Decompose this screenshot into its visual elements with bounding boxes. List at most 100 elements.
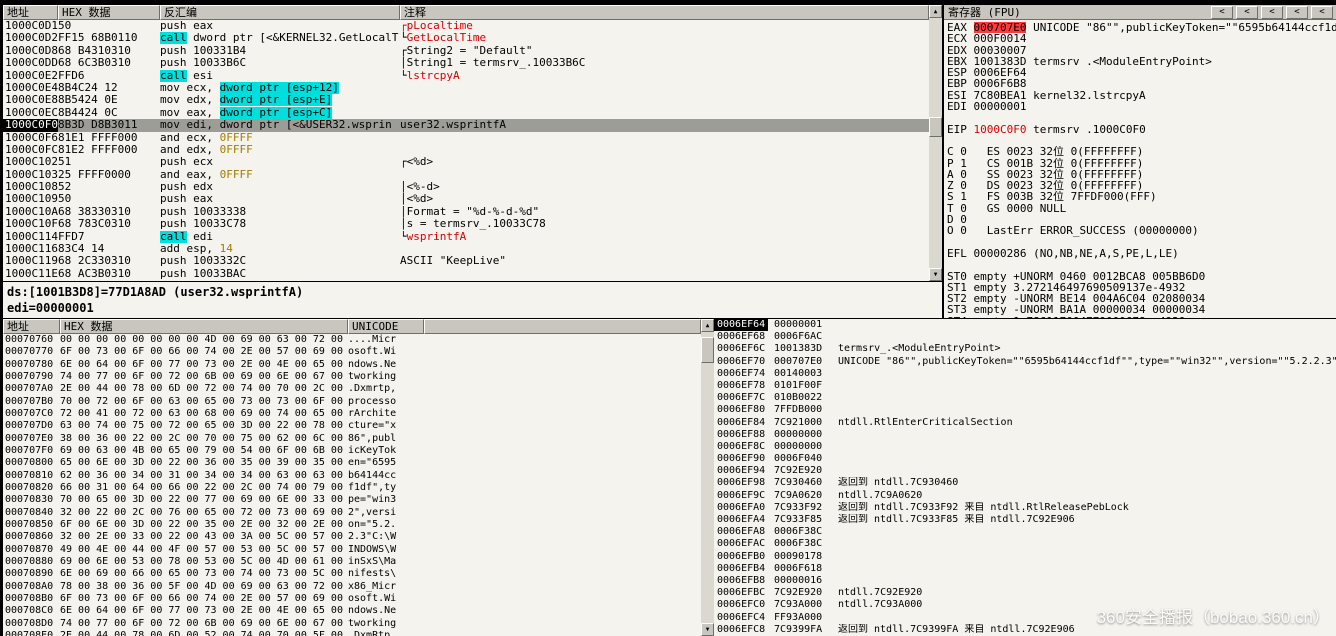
stack-row[interactable]: 0006EFB40006F618 [714, 563, 1336, 575]
scrollbar-thumb[interactable] [701, 337, 714, 363]
disasm-row[interactable]: 1000C0E48B4C24 12mov ecx, dword ptr [esp… [3, 82, 929, 94]
disasm-row[interactable]: 1000C0F08B3D D8B3011mov edi, dword ptr [… [3, 119, 929, 131]
disasm-row[interactable]: 1000C10852push edx│<%-d> [3, 181, 929, 193]
stack-row[interactable]: 0006EF6C1001383Dtermsrv_.<ModuleEntryPoi… [714, 343, 1336, 355]
disasm-row[interactable]: 1000C0D2FF15 68B0110call dword ptr [<&KE… [3, 32, 929, 44]
dump-row[interactable]: 0007079074 00 77 00 6F 00 72 00 6B 00 69… [3, 371, 701, 383]
stack-row[interactable]: 0006EF8C00000000 [714, 441, 1336, 453]
stack-row[interactable]: 0006EFBC7C92E920ntdll.7C92E920 [714, 587, 1336, 599]
register-line[interactable]: EAX 000707E0 UNICODE "86"",publicKeyToke… [944, 22, 1336, 33]
stack-row[interactable]: 0006EFB000090178 [714, 551, 1336, 563]
disasm-row[interactable]: 1000C0FC81E2 FFFF000and edx, 0FFFF [3, 144, 929, 156]
scroll-up-icon[interactable]: ▲ [701, 319, 714, 332]
register-line[interactable]: ST0 empty +UNORM 0460 0012BCA8 005BB6D0 [944, 271, 1336, 282]
register-line[interactable]: EDX 00030007 [944, 45, 1336, 56]
register-line[interactable]: ST2 empty -UNORM BE14 004A6C04 02080034 [944, 293, 1336, 304]
dump-row[interactable]: 000708B06F 00 73 00 6F 00 66 00 74 00 2E… [3, 593, 701, 605]
stack-row[interactable]: 0006EF900006F040 [714, 453, 1336, 465]
register-line[interactable] [944, 237, 1336, 248]
scroll-down-icon[interactable]: ▼ [929, 268, 942, 281]
register-line[interactable]: ST1 empty 3.272146497690509137e-4932 [944, 282, 1336, 293]
register-line[interactable]: A 0 SS 0023 32位 0(FFFFFFFF) [944, 169, 1336, 180]
register-line[interactable]: P 1 CS 001B 32位 0(FFFFFFFF) [944, 158, 1336, 169]
register-line[interactable]: ST4 empty 1.786117004779000678e-4920 [944, 316, 1336, 318]
dump-row[interactable]: 0007086032 00 2E 00 33 00 22 00 43 00 3A… [3, 531, 701, 543]
register-line[interactable]: S 1 FS 003B 32位 7FFDF000(FFF) [944, 191, 1336, 202]
dump-row[interactable]: 000707A02E 00 44 00 78 00 6D 00 72 00 74… [3, 383, 701, 395]
dump-row[interactable]: 000707E038 00 36 00 22 00 2C 00 70 00 75… [3, 433, 701, 445]
disasm-row[interactable]: 1000C10325 FFFF0000and eax, 0FFFF [3, 169, 929, 181]
register-line[interactable] [944, 135, 1336, 146]
dump-row[interactable]: 000708D074 00 77 00 6F 00 72 00 6B 00 69… [3, 618, 701, 630]
register-line[interactable]: EIP 1000C0F0 termsrv_.1000C0F0 [944, 124, 1336, 135]
pane-nav-left-icon[interactable]: < [1236, 6, 1258, 19]
dump-row[interactable]: 000707706F 00 73 00 6F 00 66 00 74 00 2E… [3, 346, 701, 358]
stack-row[interactable]: 0006EFA80006F38C [714, 526, 1336, 538]
disasm-row[interactable]: 1000C0E2FFD6call esi└lstrcpyA [3, 70, 929, 82]
disassembly-scrollbar[interactable]: ▲ ▼ [929, 5, 942, 281]
dump-row[interactable]: 000707806E 00 64 00 6F 00 77 00 73 00 2E… [3, 359, 701, 371]
stack-row[interactable]: 0006EF7400140003 [714, 368, 1336, 380]
disasm-row[interactable]: 1000C10A68 38330310push 10033338│Format … [3, 206, 929, 218]
disasm-row[interactable]: 1000C0E88B5424 0Emov edx, dword ptr [esp… [3, 94, 929, 106]
dump-row[interactable]: 0007088069 00 6E 00 53 00 78 00 53 00 5C… [3, 556, 701, 568]
dump-row[interactable]: 0007080065 00 6E 00 3D 00 22 00 36 00 35… [3, 457, 701, 469]
scrollbar-thumb[interactable] [929, 117, 942, 137]
dump-row[interactable]: 0007082066 00 31 00 64 00 66 00 22 00 2C… [3, 482, 701, 494]
stack-row[interactable]: 0006EF6400000001 [714, 319, 1336, 331]
register-line[interactable]: EDI 00000001 [944, 101, 1336, 112]
stack-row[interactable]: 0006EFAC0006F38C [714, 538, 1336, 550]
register-line[interactable]: EBP 0006F6B8 [944, 78, 1336, 89]
disasm-row[interactable]: 1000C10F68 783C0310push 10033C78│s = ter… [3, 218, 929, 230]
stack-row[interactable]: 0006EFA07C933F92返回到 ntdll.7C933F92 来自 nt… [714, 502, 1336, 514]
register-line[interactable]: ESP 0006EF64 [944, 67, 1336, 78]
register-line[interactable]: EFL 00000286 (NO,NB,NE,A,S,PE,L,LE) [944, 248, 1336, 259]
register-line[interactable]: C 0 ES 0023 32位 0(FFFFFFFF) [944, 146, 1336, 157]
pane-nav-left-icon[interactable]: < [1211, 6, 1233, 19]
disasm-row[interactable]: 1000C11683C4 14add esp, 14 [3, 243, 929, 255]
dump-scrollbar[interactable]: ▲ ▼ [701, 319, 714, 636]
register-line[interactable]: ESI 7C80BEA1 kernel32.lstrcpyA [944, 90, 1336, 101]
disasm-row[interactable]: 1000C0DD68 6C3B0310push 10033B6C│String1… [3, 57, 929, 69]
disasm-row[interactable]: 1000C11E68 AC3B0310push 10033BAC [3, 268, 929, 280]
dump-header-address[interactable]: 地址 [3, 319, 60, 334]
register-line[interactable]: ST3 empty -UNORM BA1A 00000034 00000034 [944, 304, 1336, 315]
disasm-row[interactable]: 1000C0D150push eax┌pLocaltime [3, 20, 929, 32]
scroll-up-icon[interactable]: ▲ [929, 5, 942, 18]
dump-row[interactable]: 0007076000 00 00 00 00 00 00 00 4D 00 69… [3, 334, 701, 346]
dump-row[interactable]: 000707B070 00 72 00 6F 00 63 00 65 00 73… [3, 396, 701, 408]
stack-row[interactable]: 0006EF8800000000 [714, 429, 1336, 441]
column-header-hex-data[interactable]: HEX 数据 [58, 5, 160, 20]
dump-row[interactable]: 000708506F 00 6E 00 3D 00 22 00 35 00 2E… [3, 519, 701, 531]
stack-row[interactable]: 0006EF70000707E0UNICODE "86"",publicKeyT… [714, 356, 1336, 368]
dump-header-hex-data[interactable]: HEX 数据 [60, 319, 348, 334]
dump-row[interactable]: 0007083070 00 65 00 3D 00 22 00 77 00 69… [3, 494, 701, 506]
register-line[interactable] [944, 112, 1336, 123]
stack-row[interactable]: 0006EFB800000016 [714, 575, 1336, 587]
stack-row[interactable]: 0006EF947C92E920 [714, 465, 1336, 477]
stack-row[interactable]: 0006EF987C930460返回到 ntdll.7C930460 [714, 477, 1336, 489]
register-line[interactable] [944, 259, 1336, 270]
register-line[interactable]: EBX 1001383D termsrv_.<ModuleEntryPoint> [944, 56, 1336, 67]
dump-row[interactable]: 0007087049 00 4E 00 44 00 4F 00 57 00 53… [3, 544, 701, 556]
disasm-row[interactable]: 1000C114FFD7call edi└wsprintfA [3, 231, 929, 243]
dump-row[interactable]: 000707F069 00 63 00 4B 00 65 00 79 00 54… [3, 445, 701, 457]
dump-header-unicode[interactable]: UNICODE [348, 319, 424, 334]
dump-row[interactable]: 000708906E 00 69 00 66 00 65 00 73 00 74… [3, 568, 701, 580]
dump-row[interactable]: 000708A078 00 38 00 36 00 5F 00 4D 00 69… [3, 581, 701, 593]
dump-row[interactable]: 000708E02E 00 44 00 78 00 6D 00 52 00 74… [3, 630, 701, 636]
pane-nav-left-icon[interactable]: < [1261, 6, 1283, 19]
stack-row[interactable]: 0006EF680006F6AC [714, 331, 1336, 343]
stack-row[interactable]: 0006EF807FFDB000 [714, 404, 1336, 416]
column-header-comment[interactable]: 注释 [400, 5, 929, 20]
column-header-address[interactable]: 地址 [3, 5, 58, 20]
stack-row[interactable]: 0006EF9C7C9A0620ntdll.7C9A0620 [714, 490, 1336, 502]
dump-row[interactable]: 0007081062 00 36 00 34 00 31 00 34 00 34… [3, 470, 701, 482]
register-line[interactable]: Z 0 DS 0023 32位 0(FFFFFFFF) [944, 180, 1336, 191]
disasm-row[interactable]: 1000C11968 2C330310push 1003332CASCII "K… [3, 255, 929, 267]
stack-row[interactable]: 0006EF7C010B0022 [714, 392, 1336, 404]
column-header-disassembly[interactable]: 反汇编 [160, 5, 400, 20]
stack-row[interactable]: 0006EFA47C933F85返回到 ntdll.7C933F85 来自 nt… [714, 514, 1336, 526]
pane-nav-left-icon[interactable]: < [1286, 6, 1308, 19]
stack-row[interactable]: 0006EF847C921000ntdll.RtlEnterCriticalSe… [714, 417, 1336, 429]
